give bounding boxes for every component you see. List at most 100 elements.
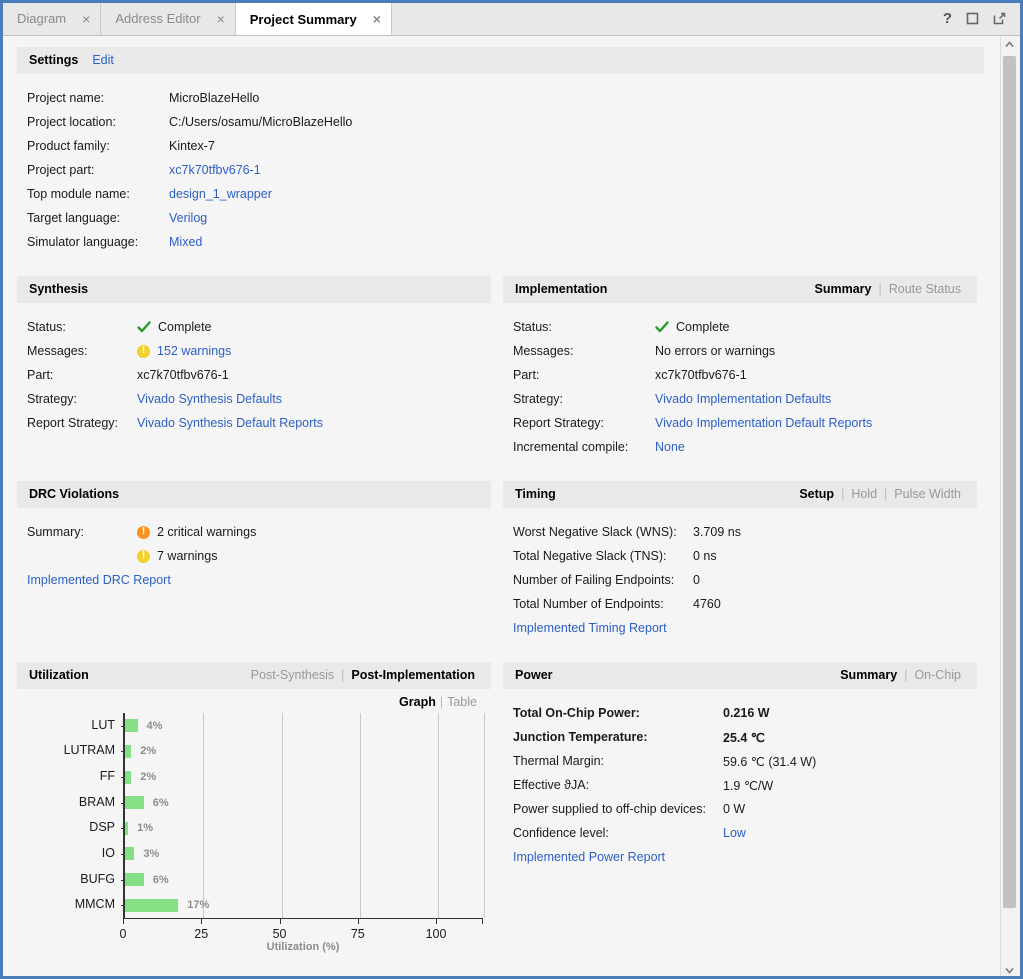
float-icon[interactable] xyxy=(993,12,1006,25)
tab-table[interactable]: Table xyxy=(447,695,477,709)
row-value: 0.216 W xyxy=(723,706,770,720)
warning-icon: ! xyxy=(137,345,150,358)
row-value: 25.4 ℃ xyxy=(723,730,765,745)
settings-row: Project part: xc7k70tfbv676-1 xyxy=(27,158,984,182)
row-label: Number of Failing Endpoints: xyxy=(513,573,693,587)
tab-route-status[interactable]: Route Status xyxy=(885,282,965,296)
close-icon[interactable]: × xyxy=(217,12,225,26)
project-part-link[interactable]: xc7k70tfbv676-1 xyxy=(169,163,261,177)
chart-gridline xyxy=(438,713,439,918)
chart-bar-value: 4% xyxy=(147,720,163,732)
chart-bar-value: 1% xyxy=(137,822,153,834)
simulator-language-link[interactable]: Mixed xyxy=(169,235,202,249)
chart-bar xyxy=(125,796,144,809)
tab-on-chip[interactable]: On-Chip xyxy=(910,668,965,682)
synthesis-strategy-link[interactable]: Vivado Synthesis Defaults xyxy=(137,392,282,406)
row-label: Total On-Chip Power: xyxy=(513,706,723,720)
row-value: 1.9 ℃/W xyxy=(723,778,773,793)
settings-row: Top module name: design_1_wrapper xyxy=(27,182,984,206)
row-label: Project part: xyxy=(27,163,169,177)
tab-graph[interactable]: Graph xyxy=(399,695,436,709)
implementation-row: Part: xc7k70tfbv676-1 xyxy=(513,363,977,387)
chart-category-label: MMCM xyxy=(23,897,115,911)
close-icon[interactable]: × xyxy=(82,12,90,26)
tab-post-synthesis[interactable]: Post-Synthesis xyxy=(247,668,338,682)
chart-gridline xyxy=(360,713,361,918)
maximize-icon[interactable] xyxy=(966,12,979,25)
drc-panel-header: DRC Violations xyxy=(17,481,491,508)
chart-bar-row: 17% xyxy=(125,894,209,916)
row-label: Report Strategy: xyxy=(27,416,137,430)
tab-timing-setup[interactable]: Setup xyxy=(795,487,838,501)
implemented-timing-report-link[interactable]: Implemented Timing Report xyxy=(513,616,977,640)
power-row: Power supplied to off-chip devices: 0 W xyxy=(513,797,977,821)
chart-gridline xyxy=(203,713,204,918)
target-language-link[interactable]: Verilog xyxy=(169,211,207,225)
drc-body: Summary: ! 2 critical warnings ! 7 warni… xyxy=(17,508,491,636)
chart-bar-row: 3% xyxy=(125,843,159,865)
power-row: Confidence level: Low xyxy=(513,821,977,845)
chart-bar xyxy=(125,745,131,758)
row-label: Incremental compile: xyxy=(513,440,655,454)
tab-timing-hold[interactable]: Hold xyxy=(847,487,881,501)
tab-power-summary[interactable]: Summary xyxy=(836,668,901,682)
help-icon[interactable]: ? xyxy=(943,10,952,27)
utilization-view-tabs: Graph | Table xyxy=(17,689,491,713)
drc-warning-row: ! 7 warnings xyxy=(27,544,491,568)
chart-category-label: LUT xyxy=(23,718,115,732)
row-value: MicroBlazeHello xyxy=(169,91,259,105)
scroll-down-icon[interactable] xyxy=(1001,962,1018,979)
power-tabs: Summary | On-Chip xyxy=(836,668,965,682)
utilization-title: Utilization xyxy=(29,668,89,682)
drc-timing-row: DRC Violations Summary: ! 2 critical war… xyxy=(17,481,984,640)
scroll-up-icon[interactable] xyxy=(1001,36,1018,53)
tab-address-editor[interactable]: Address Editor × xyxy=(101,2,235,35)
tab-separator: | xyxy=(875,282,884,296)
chart-bar-value: 3% xyxy=(143,848,159,860)
implementation-panel: Implementation Summary | Route Status St… xyxy=(503,276,977,459)
chart-bar-row: 4% xyxy=(125,715,162,737)
tab-diagram[interactable]: Diagram × xyxy=(3,2,101,35)
chart-bar-row: 6% xyxy=(125,792,169,814)
confidence-level-link[interactable]: Low xyxy=(723,826,746,840)
settings-panel: Settings Edit Project name: MicroBlazeHe… xyxy=(17,47,984,254)
tab-post-implementation[interactable]: Post-Implementation xyxy=(347,668,479,682)
synthesis-report-strategy-link[interactable]: Vivado Synthesis Default Reports xyxy=(137,416,323,430)
top-module-link[interactable]: design_1_wrapper xyxy=(169,187,272,201)
tab-label: Project Summary xyxy=(250,12,357,27)
scrollbar-thumb[interactable] xyxy=(1003,56,1016,908)
critical-warning-icon: ! xyxy=(137,526,150,539)
incremental-compile-link[interactable]: None xyxy=(655,440,685,454)
synthesis-row: Strategy: Vivado Synthesis Defaults xyxy=(27,387,491,411)
settings-panel-header: Settings Edit xyxy=(17,47,984,74)
row-label: Part: xyxy=(513,368,655,382)
drc-filler xyxy=(27,592,491,636)
tab-implementation-summary[interactable]: Summary xyxy=(811,282,876,296)
implemented-power-report-link[interactable]: Implemented Power Report xyxy=(513,845,977,869)
chart-bar-value: 2% xyxy=(140,745,156,757)
tab-timing-pulse-width[interactable]: Pulse Width xyxy=(890,487,965,501)
tab-project-summary[interactable]: Project Summary × xyxy=(236,2,392,35)
vertical-scrollbar[interactable] xyxy=(1000,36,1017,979)
tab-separator: | xyxy=(436,695,447,709)
settings-row: Simulator language: Mixed xyxy=(27,230,984,254)
chart-category-label: BRAM xyxy=(23,795,115,809)
close-icon[interactable]: × xyxy=(373,12,381,26)
chart-bar xyxy=(125,771,131,784)
chart-category-label: IO xyxy=(23,846,115,860)
tab-label: Diagram xyxy=(17,11,66,26)
implementation-report-strategy-link[interactable]: Vivado Implementation Default Reports xyxy=(655,416,872,430)
implementation-strategy-link[interactable]: Vivado Implementation Defaults xyxy=(655,392,831,406)
synthesis-body: Status: Complete Messages: ! 152 warning… xyxy=(17,303,491,435)
implementation-row: Strategy: Vivado Implementation Defaults xyxy=(513,387,977,411)
settings-edit-link[interactable]: Edit xyxy=(92,53,114,67)
settings-body: Project name: MicroBlazeHello Project lo… xyxy=(17,74,984,254)
implemented-drc-report-link[interactable]: Implemented DRC Report xyxy=(27,568,491,592)
row-value: 7 warnings xyxy=(157,549,217,563)
chart-plot-area: 4%2%2%6%1%3%6%17% xyxy=(123,713,483,918)
synthesis-warnings-link[interactable]: 152 warnings xyxy=(157,344,231,358)
row-label: Thermal Margin: xyxy=(513,754,723,768)
chart-bar-row: 1% xyxy=(125,817,153,839)
chart-bar-row: 2% xyxy=(125,766,156,788)
timing-tabs: Setup | Hold | Pulse Width xyxy=(795,487,965,501)
